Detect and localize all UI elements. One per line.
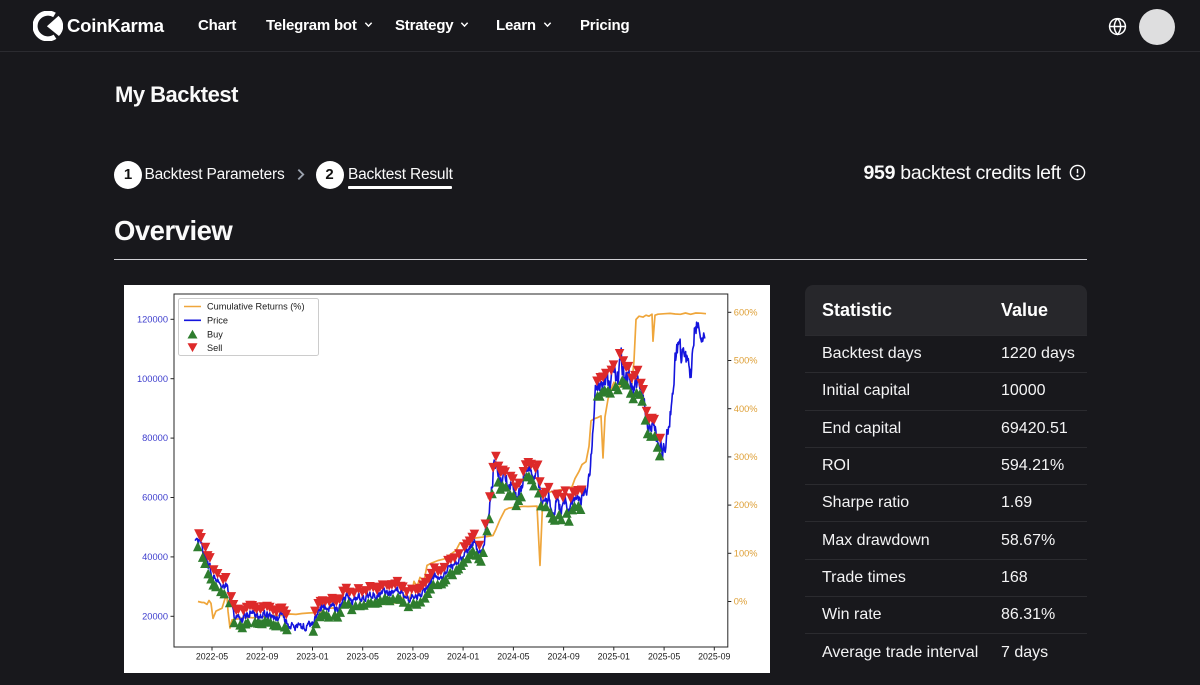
svg-text:200%: 200% xyxy=(734,500,758,510)
svg-text:20000: 20000 xyxy=(142,611,168,621)
svg-text:2024-09: 2024-09 xyxy=(547,652,579,662)
svg-text:Price: Price xyxy=(207,316,228,326)
svg-text:2023-01: 2023-01 xyxy=(296,652,328,662)
svg-text:100000: 100000 xyxy=(137,374,168,384)
svg-text:60000: 60000 xyxy=(142,493,168,503)
svg-text:2025-01: 2025-01 xyxy=(598,652,630,662)
svg-text:400%: 400% xyxy=(734,404,758,414)
svg-text:500%: 500% xyxy=(734,356,758,366)
svg-text:Cumulative Returns (%): Cumulative Returns (%) xyxy=(207,302,305,312)
svg-text:2024-01: 2024-01 xyxy=(447,652,479,662)
svg-text:40000: 40000 xyxy=(142,552,168,562)
svg-text:600%: 600% xyxy=(734,307,758,317)
svg-text:2025-09: 2025-09 xyxy=(698,652,730,662)
svg-text:2024-05: 2024-05 xyxy=(497,652,529,662)
svg-text:120000: 120000 xyxy=(137,314,168,324)
svg-text:80000: 80000 xyxy=(142,433,168,443)
svg-text:2022-05: 2022-05 xyxy=(196,652,228,662)
svg-text:2023-05: 2023-05 xyxy=(347,652,379,662)
svg-text:300%: 300% xyxy=(734,452,758,462)
svg-text:Sell: Sell xyxy=(207,343,222,353)
svg-text:0%: 0% xyxy=(734,597,747,607)
svg-text:Buy: Buy xyxy=(207,329,223,339)
svg-text:2023-09: 2023-09 xyxy=(397,652,429,662)
svg-text:2022-09: 2022-09 xyxy=(246,652,278,662)
svg-text:100%: 100% xyxy=(734,548,758,558)
svg-text:2025-05: 2025-05 xyxy=(648,652,680,662)
